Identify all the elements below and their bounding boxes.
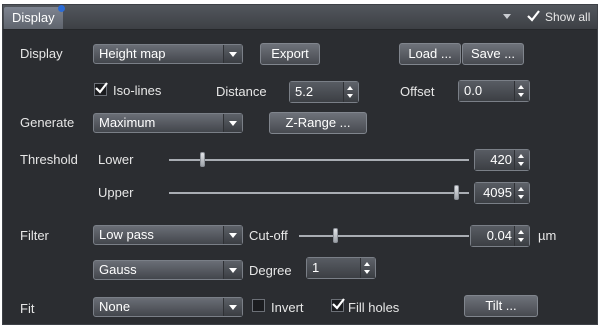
- degree-label: Degree: [249, 263, 292, 278]
- increment-icon[interactable]: [518, 187, 524, 191]
- invert-checkbox[interactable]: [252, 299, 265, 312]
- panel-tab-title[interactable]: Display: [4, 5, 65, 29]
- offset-stepper[interactable]: [514, 81, 529, 101]
- decrement-icon[interactable]: [518, 162, 524, 166]
- threshold-lower-label: Lower: [98, 152, 134, 167]
- upper-threshold-value[interactable]: 4095: [475, 183, 516, 203]
- degree-value[interactable]: 1: [307, 258, 362, 278]
- chevron-down-icon: [223, 298, 242, 316]
- generate-label: Generate: [20, 115, 75, 130]
- filter-type-value: Low pass: [99, 227, 154, 242]
- fill-holes-check-icon: [332, 298, 345, 310]
- fit-mode-value: None: [99, 299, 131, 314]
- offset-label: Offset: [400, 84, 435, 99]
- cutoff-unit: µm: [538, 228, 557, 243]
- upper-threshold-stepper[interactable]: [514, 183, 529, 203]
- distance-label: Distance: [216, 84, 267, 99]
- header-dropdown-arrow-icon[interactable]: [503, 14, 511, 19]
- isolines-label[interactable]: Iso-lines: [113, 83, 161, 98]
- show-all-check-icon[interactable]: [526, 9, 541, 23]
- load-button[interactable]: Load ...: [399, 43, 461, 65]
- fit-mode-select[interactable]: None: [93, 297, 243, 317]
- offset-value[interactable]: 0.0: [459, 81, 516, 101]
- display-label: Display: [20, 46, 63, 61]
- decrement-icon[interactable]: [364, 270, 370, 274]
- upper-threshold-slider-handle[interactable]: [454, 185, 459, 200]
- lower-threshold-stepper[interactable]: [514, 150, 529, 170]
- export-button[interactable]: Export: [260, 43, 320, 65]
- decrement-icon[interactable]: [518, 93, 524, 97]
- invert-label[interactable]: Invert: [271, 300, 304, 315]
- chevron-down-icon: [223, 45, 242, 63]
- threshold-upper-label: Upper: [98, 185, 134, 200]
- cutoff-slider[interactable]: [299, 235, 469, 237]
- tilt-button[interactable]: Tilt ...: [464, 295, 538, 317]
- display-mode-value: Height map: [99, 46, 166, 61]
- lower-threshold-slider-handle[interactable]: [200, 152, 205, 167]
- cutoff-value[interactable]: 0.04: [471, 226, 516, 246]
- decrement-icon[interactable]: [518, 195, 524, 199]
- display-panel: Display Show all Display Height map Expo…: [2, 4, 598, 325]
- panel-header: Display Show all: [3, 5, 597, 30]
- offset-spinbox[interactable]: 0.0: [458, 80, 530, 102]
- filter-type-select[interactable]: Low pass: [93, 225, 243, 245]
- threshold-label: Threshold: [20, 152, 78, 167]
- lower-threshold-spinbox[interactable]: 420: [474, 149, 530, 171]
- isolines-check-icon: [95, 82, 108, 94]
- cutoff-stepper[interactable]: [514, 226, 529, 246]
- filter-kernel-value: Gauss: [99, 262, 137, 277]
- chevron-down-icon: [223, 261, 242, 279]
- show-all-label[interactable]: Show all: [545, 10, 590, 24]
- lower-threshold-slider[interactable]: [169, 159, 469, 161]
- filter-label: Filter: [20, 228, 49, 243]
- distance-value[interactable]: 5.2: [290, 82, 345, 102]
- distance-spinbox[interactable]: 5.2: [289, 81, 359, 103]
- fill-holes-label[interactable]: Fill holes: [348, 300, 399, 315]
- panel-tab-label: Display: [12, 10, 55, 25]
- save-button[interactable]: Save ...: [462, 43, 524, 65]
- degree-spinbox[interactable]: 1: [306, 257, 376, 279]
- decrement-icon[interactable]: [518, 238, 524, 242]
- fill-holes-checkbox[interactable]: [331, 298, 345, 312]
- increment-icon[interactable]: [518, 85, 524, 89]
- cutoff-spinbox[interactable]: 0.04: [470, 225, 530, 247]
- decrement-icon[interactable]: [347, 94, 353, 98]
- generate-mode-select[interactable]: Maximum: [93, 113, 243, 133]
- chevron-down-icon: [223, 114, 242, 132]
- cutoff-label: Cut-off: [249, 228, 288, 243]
- upper-threshold-spinbox[interactable]: 4095: [474, 182, 530, 204]
- distance-stepper[interactable]: [343, 82, 358, 102]
- tab-corner-indicator-icon: [57, 5, 65, 12]
- increment-icon[interactable]: [518, 230, 524, 234]
- isolines-checkbox[interactable]: [94, 82, 108, 96]
- fit-label: Fit: [20, 301, 35, 316]
- z-range-button[interactable]: Z-Range ...: [269, 112, 367, 134]
- cutoff-slider-handle[interactable]: [333, 228, 338, 243]
- increment-icon[interactable]: [518, 154, 524, 158]
- increment-icon[interactable]: [364, 262, 370, 266]
- chevron-down-icon: [223, 226, 242, 244]
- upper-threshold-slider[interactable]: [169, 192, 469, 194]
- degree-stepper[interactable]: [360, 258, 375, 278]
- increment-icon[interactable]: [347, 86, 353, 90]
- filter-kernel-select[interactable]: Gauss: [93, 260, 243, 280]
- generate-mode-value: Maximum: [99, 115, 156, 130]
- lower-threshold-value[interactable]: 420: [475, 150, 516, 170]
- display-mode-select[interactable]: Height map: [93, 44, 243, 64]
